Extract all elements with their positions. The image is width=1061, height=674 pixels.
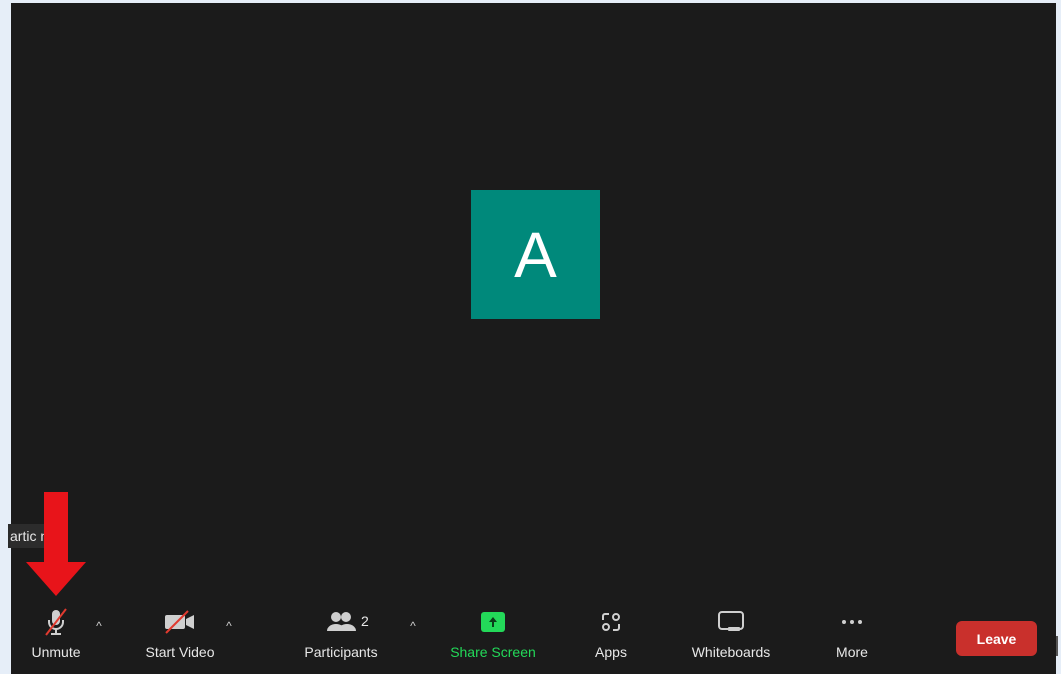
video-camera-off-icon xyxy=(163,600,197,644)
meeting-window: A xyxy=(11,3,1056,674)
share-screen-label: Share Screen xyxy=(450,644,536,660)
apps-icon xyxy=(598,600,624,644)
people-icon xyxy=(324,600,358,644)
start-video-label: Start Video xyxy=(145,644,215,660)
participants-label: Participants xyxy=(304,644,378,660)
apps-label: Apps xyxy=(595,644,627,660)
red-down-arrow-icon xyxy=(26,492,86,596)
start-video-button[interactable]: Start Video xyxy=(135,600,225,670)
participant-avatar: A xyxy=(471,190,600,319)
microphone-muted-icon xyxy=(43,600,69,644)
leave-button[interactable]: Leave xyxy=(956,621,1037,656)
audio-options-chevron-up-icon[interactable]: ^ xyxy=(91,618,107,634)
unmute-label: Unmute xyxy=(31,644,81,660)
share-screen-button[interactable]: Share Screen xyxy=(443,600,543,670)
participants-count: 2 xyxy=(361,613,369,629)
window-edge xyxy=(1056,0,1061,674)
video-options-chevron-up-icon[interactable]: ^ xyxy=(221,618,237,634)
participant-initial: A xyxy=(514,218,557,291)
more-label: More xyxy=(836,644,868,660)
whiteboards-label: Whiteboards xyxy=(691,644,771,660)
share-screen-arrow-icon xyxy=(478,600,508,644)
participants-button[interactable]: Participants xyxy=(295,600,387,670)
meeting-toolbar: Unmute ^ Start Video ^ Participants 2 ^ xyxy=(11,600,1056,674)
more-dots-icon xyxy=(837,600,867,644)
unmute-button[interactable]: Unmute xyxy=(21,600,91,670)
participants-options-chevron-up-icon[interactable]: ^ xyxy=(405,618,421,634)
apps-button[interactable]: Apps xyxy=(587,600,635,670)
whiteboard-icon xyxy=(716,600,746,644)
more-button[interactable]: More xyxy=(827,600,877,670)
whiteboards-button[interactable]: Whiteboards xyxy=(681,600,781,670)
edge-mark xyxy=(1056,636,1058,656)
